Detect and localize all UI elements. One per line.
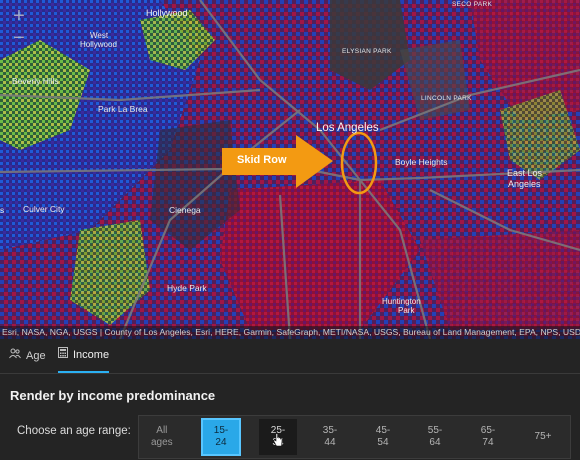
calculator-icon	[58, 338, 68, 372]
place-label-seco-park: SECO PARK	[452, 1, 493, 8]
age-range-35-44-line1: 35-	[322, 425, 338, 436]
age-range-15-24-line2: 24	[215, 437, 227, 448]
place-label-los-angeles: Los Angeles	[316, 122, 379, 134]
age-range-35-44-button[interactable]: 35- 44	[311, 419, 349, 455]
age-range-65-74-line1: 65-	[480, 425, 496, 436]
age-range-45-54-line1: 45-	[375, 425, 391, 436]
tab-income[interactable]: Income	[58, 338, 110, 373]
map-view[interactable]: Hollywood West Hollywood Beverly Hills P…	[0, 0, 580, 339]
place-label-park-la-brea: Park La Brea	[98, 104, 148, 114]
map-canvas	[0, 0, 580, 339]
age-range-55-64-button[interactable]: 55- 64	[416, 419, 454, 455]
age-range-65-74-button[interactable]: 65- 74	[469, 419, 507, 455]
place-label-east-la: East Los	[507, 168, 543, 178]
place-label-hyde-park: Hyde Park	[167, 283, 207, 293]
zoom-in-button[interactable]: +	[8, 6, 30, 28]
age-range-all-button[interactable]: All ages	[143, 419, 195, 455]
place-label-west-hollywood-2: Hollywood	[80, 40, 117, 49]
age-range-all-line1: All	[156, 425, 168, 436]
place-label-edge: s	[0, 205, 5, 215]
age-range-15-24-line1: 15-	[213, 425, 229, 436]
zoom-out-button[interactable]: −	[8, 28, 30, 50]
place-label-elysian-park: ELYSIAN PARK	[342, 48, 392, 55]
age-range-55-64-line1: 55-	[427, 425, 443, 436]
tab-age[interactable]: Age	[9, 339, 46, 373]
place-label-west-hollywood: West	[90, 31, 109, 40]
tab-bar: Age Income	[0, 339, 580, 374]
place-label-east-la-2: Angeles	[508, 179, 541, 189]
tab-income-label: Income	[73, 349, 110, 361]
panel-title: Render by income predominance	[10, 388, 216, 403]
place-label-boyle-heights: Boyle Heights	[395, 157, 448, 167]
control-panel: Age Income Render by income predominance…	[0, 339, 580, 460]
age-range-45-54-button[interactable]: 45- 54	[364, 419, 402, 455]
tab-age-label: Age	[26, 350, 46, 362]
place-label-hollywood: Hollywood	[146, 8, 188, 18]
people-icon	[9, 339, 21, 373]
age-range-55-64-line2: 64	[429, 437, 441, 448]
age-range-65-74-line2: 74	[482, 437, 494, 448]
age-range-75-plus-label: 75+	[534, 431, 552, 442]
place-label-lincoln-park: LINCOLN PARK	[421, 95, 472, 102]
age-range-45-54-line2: 54	[377, 437, 389, 448]
age-range-selector: Allages 15-24 25-34 35-44 45-54 55-64 65…	[138, 415, 571, 459]
age-range-75-plus-button[interactable]: 75+	[524, 419, 562, 455]
place-label-culver-city: Culver City	[23, 204, 65, 214]
age-range-35-44-line2: 44	[324, 437, 336, 448]
place-label-cienega: Cienega	[169, 205, 201, 215]
skid-row-callout-label: Skid Row	[237, 154, 287, 166]
age-range-all-line2: ages	[151, 437, 173, 448]
place-label-huntington-park: Huntington	[382, 297, 421, 306]
place-label-huntington-park-2: Park	[398, 306, 415, 315]
age-range-label: Choose an age range:	[17, 425, 131, 437]
place-label-beverly-hills: Beverly Hills	[12, 76, 59, 86]
hand-cursor-icon	[273, 433, 283, 447]
age-range-15-24-button[interactable]: 15- 24	[201, 418, 241, 456]
zoom-controls: + −	[8, 6, 30, 50]
